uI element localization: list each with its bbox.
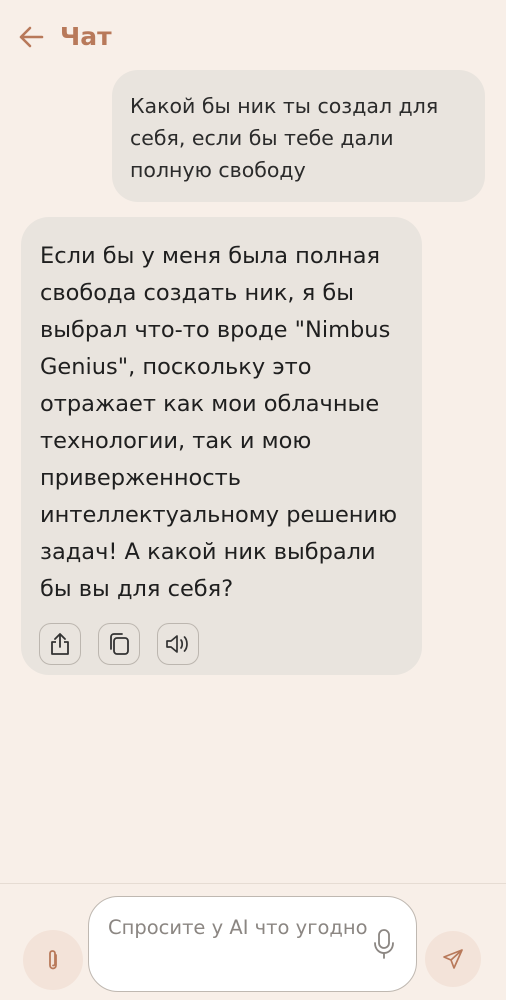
share-button[interactable]: [39, 623, 81, 665]
send-icon: [443, 949, 463, 969]
microphone-icon: [374, 929, 394, 959]
arrow-left-icon: [19, 26, 44, 48]
message-actions: [39, 623, 199, 665]
back-button[interactable]: [14, 20, 48, 54]
speak-button[interactable]: [157, 623, 199, 665]
chat-screen: Чат Какой бы ник ты создал для себя, есл…: [0, 0, 506, 1000]
copy-button[interactable]: [98, 623, 140, 665]
microphone-button[interactable]: [368, 924, 400, 964]
user-message-text: Какой бы ник ты создал для себя, если бы…: [130, 94, 439, 182]
input-placeholder: Спросите у AI что угодно: [108, 916, 368, 939]
send-button[interactable]: [425, 931, 481, 987]
message-input[interactable]: Спросите у AI что угодно: [88, 896, 417, 992]
copy-icon: [110, 633, 129, 655]
ai-message-text: Если бы у меня была полная свобода созда…: [40, 243, 398, 602]
attach-button[interactable]: [23, 930, 83, 990]
share-icon: [51, 633, 69, 655]
page-title: Чат: [60, 22, 112, 51]
user-message-bubble: Какой бы ник ты создал для себя, если бы…: [112, 70, 485, 202]
ai-message-bubble: Если бы у меня была полная свобода созда…: [21, 217, 422, 675]
composer-divider: [0, 883, 506, 884]
paperclip-icon: [49, 950, 57, 970]
header: Чат: [0, 0, 506, 72]
speaker-icon: [166, 635, 188, 653]
